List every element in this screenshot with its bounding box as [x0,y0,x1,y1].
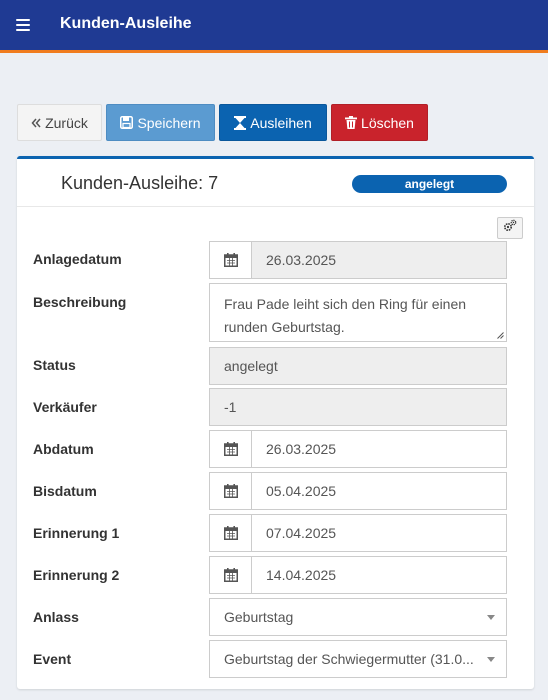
calendar-icon[interactable] [210,515,252,551]
back-button[interactable]: Zurück [17,104,102,141]
event-label: Event [33,651,72,667]
app-title: Kunden-Ausleihe [60,15,192,32]
bisdatum-value: 05.04.2025 [266,483,337,499]
status-value: angelegt [224,358,278,374]
save-button-label: Speichern [137,114,201,131]
status-badge: angelegt [352,175,507,193]
status-field: angelegt [209,347,507,385]
floppy-disk-icon [120,116,134,129]
delete-button[interactable]: Löschen [331,104,428,141]
anlagedatum-field: 26.03.2025 [209,241,507,279]
caret-down-icon [487,656,495,662]
anlagedatum-label: Anlagedatum [33,251,122,267]
erinnerung2-value: 14.04.2025 [266,567,337,583]
beschreibung-textarea[interactable]: Frau Pade leiht sich den Ring für einen … [209,283,507,342]
bisdatum-label: Bisdatum [33,483,97,499]
calendar-icon[interactable] [210,242,252,278]
anlass-label: Anlass [33,609,79,625]
bisdatum-field[interactable]: 05.04.2025 [209,472,507,510]
verkaeufer-label: Verkäufer [33,399,97,415]
calendar-icon[interactable] [210,473,252,509]
status-label: Status [33,357,76,373]
beschreibung-label: Beschreibung [33,294,127,310]
action-toolbar: Zurück Speichern Ausleihen Löschen [17,104,428,141]
erinnerung2-label: Erinnerung 2 [33,567,120,583]
gears-icon [503,219,517,237]
trash-icon [345,116,358,129]
back-button-label: Zurück [45,114,88,131]
lend-button-label: Ausleihen [250,114,312,131]
erinnerung1-field[interactable]: 07.04.2025 [209,514,507,552]
abdatum-value: 26.03.2025 [266,441,337,457]
erinnerung2-field[interactable]: 14.04.2025 [209,556,507,594]
event-value: Geburtstag der Schwiegermutter (31.0... [224,651,474,667]
lend-button[interactable]: Ausleihen [219,104,327,141]
save-button[interactable]: Speichern [106,104,215,141]
abdatum-label: Abdatum [33,441,94,457]
calendar-icon[interactable] [210,431,252,467]
beschreibung-value: Frau Pade leiht sich den Ring für einen … [224,296,467,335]
anlass-value: Geburtstag [224,609,294,625]
delete-button-label: Löschen [361,114,414,131]
abdatum-field[interactable]: 26.03.2025 [209,430,507,468]
settings-button[interactable] [497,217,523,239]
anlagedatum-value: 26.03.2025 [252,242,506,278]
panel-header: Kunden-Ausleihe: 7 angelegt [17,159,534,207]
record-panel: Kunden-Ausleihe: 7 angelegt Anlagedatum … [17,156,534,689]
double-chevron-left-icon [31,118,41,128]
verkaeufer-field: -1 [209,388,507,426]
caret-down-icon [487,614,495,620]
erinnerung1-label: Erinnerung 1 [33,525,120,541]
top-navbar: Kunden-Ausleihe [0,0,548,53]
calendar-icon[interactable] [210,557,252,593]
verkaeufer-value: -1 [224,399,237,415]
resize-handle-icon[interactable] [497,332,504,339]
hourglass-icon [234,115,247,130]
event-select[interactable]: Geburtstag der Schwiegermutter (31.0... [209,640,507,678]
anlass-select[interactable]: Geburtstag [209,598,507,636]
hamburger-icon[interactable] [16,19,30,31]
erinnerung1-value: 07.04.2025 [266,525,337,541]
panel-title: Kunden-Ausleihe: 7 [61,173,219,193]
